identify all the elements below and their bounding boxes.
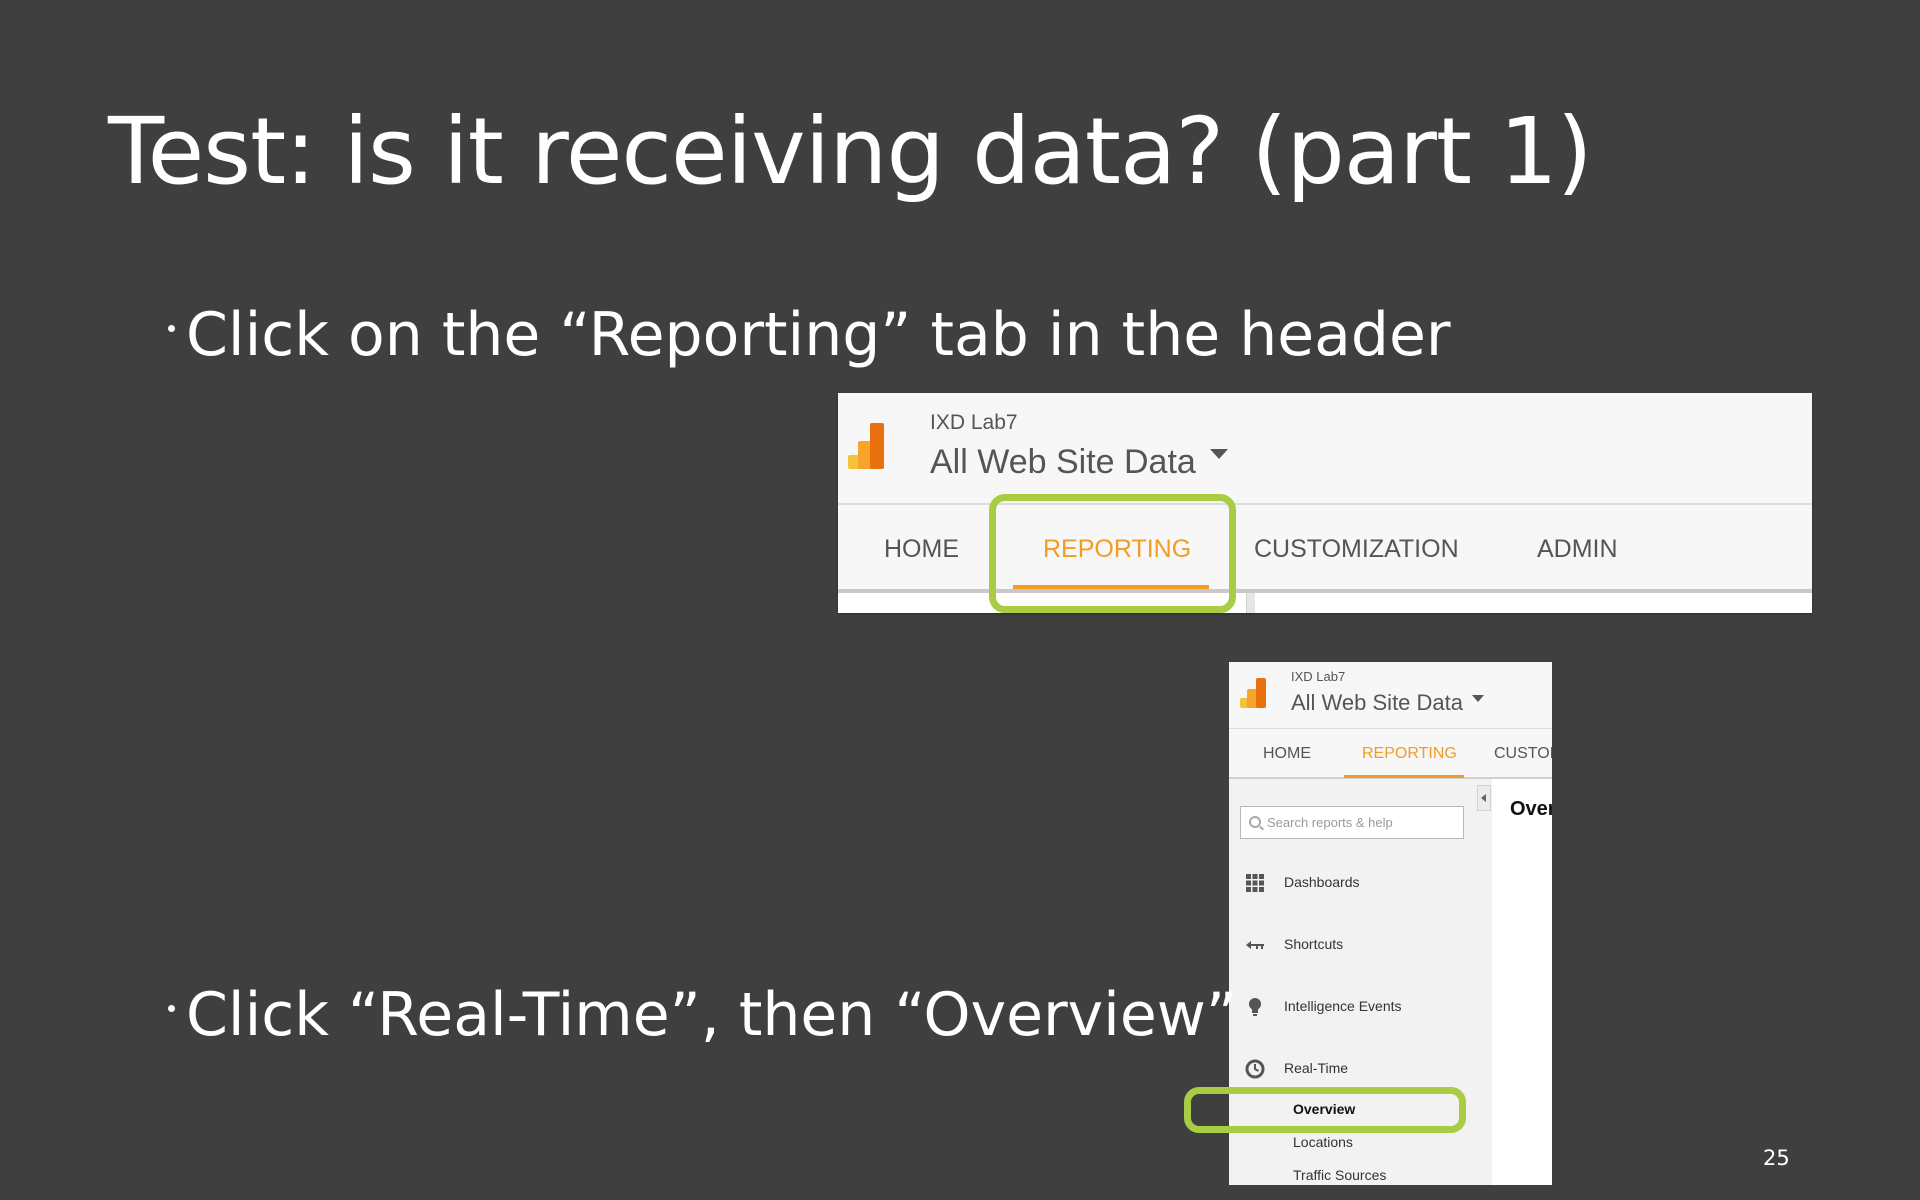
search-input[interactable] <box>1267 807 1457 838</box>
ga-header-screenshot: IXD Lab7 All Web Site Data HOME REPORTIN… <box>838 393 1812 613</box>
property-selector[interactable]: All Web Site Data <box>930 443 1228 482</box>
sidebar-item-real-time[interactable]: Real-Time <box>1229 1053 1492 1083</box>
highlight-overview-item <box>1184 1087 1466 1133</box>
analytics-logo-icon <box>1240 678 1267 708</box>
sidebar-item-dashboards[interactable]: Dashboards <box>1229 867 1492 897</box>
sidebar-subitem-traffic-sources[interactable]: Traffic Sources <box>1293 1167 1386 1183</box>
sidebar-item-intelligence-events[interactable]: Intelligence Events <box>1229 991 1492 1021</box>
content-strip <box>838 593 1812 613</box>
tab-reporting[interactable]: REPORTING <box>1362 745 1457 763</box>
highlight-reporting-tab <box>989 494 1236 613</box>
account-name: IXD Lab7 <box>1291 669 1346 684</box>
property-name: All Web Site Data <box>1291 690 1464 715</box>
sidebar-item-label: Shortcuts <box>1284 936 1344 952</box>
dropdown-caret-icon <box>1472 694 1485 702</box>
nav-tabbar: HOME REPORTING CUSTOMIZATION ADMIN <box>838 505 1812 583</box>
sidebar-item-label: Intelligence Events <box>1284 998 1402 1014</box>
bullet-real-time-overview: Click “Real-Time”, then “Overview” <box>168 980 1237 1050</box>
collapse-sidebar-button[interactable] <box>1477 785 1491 811</box>
bullet-dot <box>168 325 175 332</box>
bullet-text: Click on the “Reporting” tab in the head… <box>186 300 1451 370</box>
sidebar-subitem-locations[interactable]: Locations <box>1293 1134 1353 1150</box>
slide-title: Test: is it receiving data? (part 1) <box>108 98 1593 205</box>
bullet-reporting-tab: Click on the “Reporting” tab in the head… <box>168 300 1451 370</box>
dashboards-grid-icon <box>1246 874 1264 892</box>
report-title: Over <box>1510 798 1552 820</box>
search-box[interactable] <box>1240 806 1464 839</box>
shortcuts-arrow-icon <box>1246 941 1264 949</box>
tab-customization[interactable]: CUSTOMIZATION <box>1254 535 1459 564</box>
sidebar-item-label: Real-Time <box>1284 1060 1349 1076</box>
ga-header: IXD Lab7 All Web Site Data <box>1229 662 1552 728</box>
tab-home[interactable]: HOME <box>884 535 959 564</box>
sidebar-item-label: Dashboards <box>1284 874 1360 890</box>
dropdown-caret-icon <box>1209 449 1228 460</box>
tab-admin[interactable]: ADMIN <box>1537 535 1618 564</box>
lightbulb-icon <box>1249 998 1261 1016</box>
clock-icon <box>1245 1059 1265 1079</box>
property-name: All Web Site Data <box>930 443 1196 481</box>
page-number: 25 <box>1763 1146 1790 1170</box>
nav-tabbar: HOME REPORTING CUSTOM <box>1229 729 1552 779</box>
sidebar-item-shortcuts[interactable]: Shortcuts <box>1229 929 1492 959</box>
analytics-logo-icon <box>848 423 886 469</box>
sidebar-edge <box>1246 593 1255 613</box>
bullet-dot <box>168 1005 175 1012</box>
account-name: IXD Lab7 <box>930 411 1018 434</box>
active-tab-underline <box>1344 775 1464 778</box>
tab-home[interactable]: HOME <box>1263 745 1311 763</box>
property-selector[interactable]: All Web Site Data <box>1291 690 1485 716</box>
search-icon <box>1249 816 1261 828</box>
bullet-text: Click “Real-Time”, then “Overview” <box>186 980 1237 1050</box>
tab-customization[interactable]: CUSTOM <box>1494 745 1552 763</box>
